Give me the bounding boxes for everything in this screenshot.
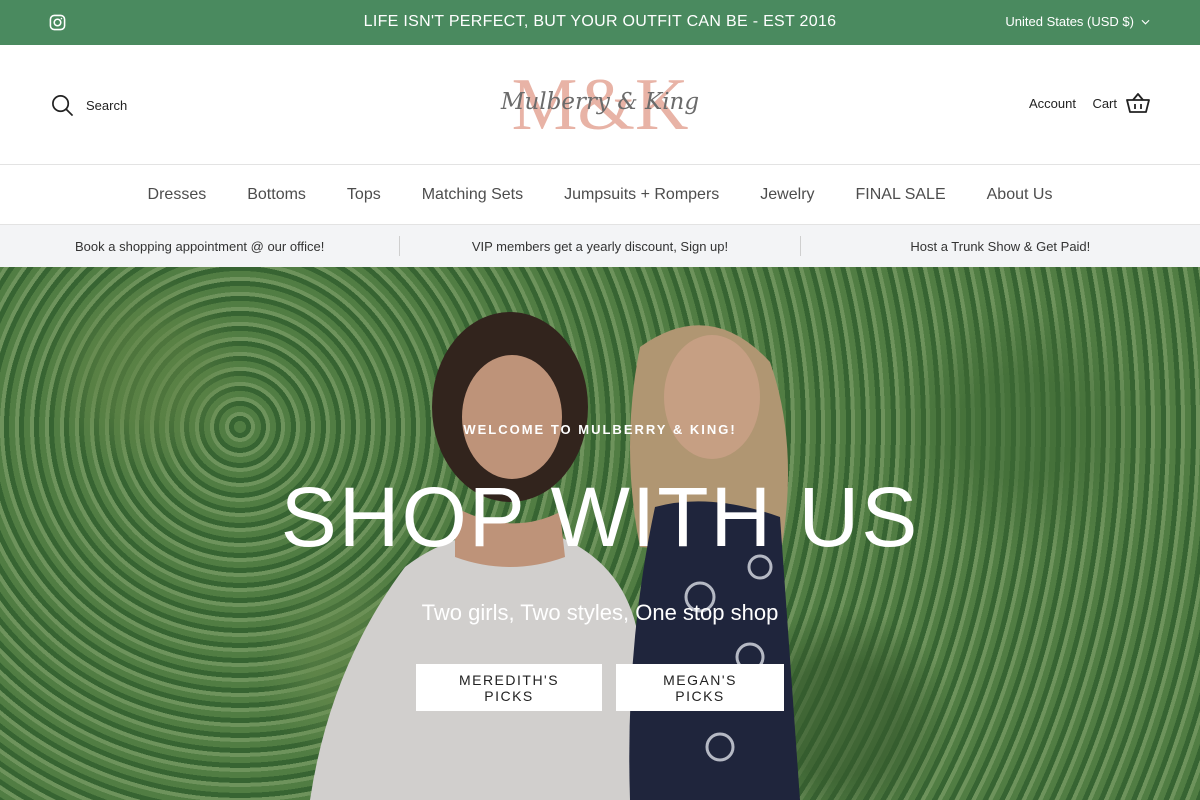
currency-label: United States (USD $) <box>1005 14 1134 29</box>
cart-button[interactable]: Cart <box>1092 92 1150 114</box>
nav-item-jumpsuits-rompers[interactable]: Jumpsuits + Rompers <box>564 186 719 204</box>
hero-title: SHOP WITH US <box>280 470 920 564</box>
search-label: Search <box>86 98 128 113</box>
main-nav: Dresses Bottoms Tops Matching Sets Jumps… <box>0 165 1200 225</box>
promo-trunk-show[interactable]: Host a Trunk Show & Get Paid! <box>801 239 1200 254</box>
promo-vip[interactable]: VIP members get a yearly discount, Sign … <box>400 239 799 254</box>
search-icon <box>52 95 74 117</box>
cart-label: Cart <box>1092 95 1117 111</box>
account-link[interactable]: Account <box>1029 96 1076 111</box>
logo-script: Mulberry & King <box>500 89 699 115</box>
announcement-bar: LIFE ISN'T PERFECT, BUT YOUR OUTFIT CAN … <box>0 0 1200 45</box>
currency-selector[interactable]: United States (USD $) <box>1005 14 1150 29</box>
nav-item-matching-sets[interactable]: Matching Sets <box>422 186 523 204</box>
hero-eyebrow: WELCOME TO MULBERRY & KING! <box>463 422 737 437</box>
megans-picks-button[interactable]: MEGAN'S PICKS <box>616 664 784 711</box>
hero-banner: WELCOME TO MULBERRY & KING! SHOP WITH US… <box>0 267 1200 800</box>
nav-item-final-sale[interactable]: FINAL SALE <box>856 186 946 204</box>
promo-strip: Book a shopping appointment @ our office… <box>0 225 1200 267</box>
hero-subtitle: Two girls, Two styles, One stop shop <box>421 600 779 625</box>
hero-buttons: MEREDITH'S PICKS MEGAN'S PICKS <box>0 664 1200 711</box>
nav-item-about-us[interactable]: About Us <box>987 186 1053 204</box>
site-logo[interactable]: M&K Mulberry & King <box>500 65 700 139</box>
nav-item-jewelry[interactable]: Jewelry <box>760 186 814 204</box>
cart-basket-icon <box>1126 93 1150 113</box>
search-button[interactable]: Search <box>51 94 127 117</box>
chevron-down-icon <box>1141 19 1150 25</box>
promo-appointment[interactable]: Book a shopping appointment @ our office… <box>0 239 399 254</box>
merediths-picks-button[interactable]: MEREDITH'S PICKS <box>416 664 602 711</box>
nav-item-tops[interactable]: Tops <box>347 186 381 204</box>
nav-item-dresses[interactable]: Dresses <box>148 186 207 204</box>
nav-item-bottoms[interactable]: Bottoms <box>247 186 306 204</box>
site-header: Search M&K Mulberry & King Account Cart <box>0 45 1200 165</box>
